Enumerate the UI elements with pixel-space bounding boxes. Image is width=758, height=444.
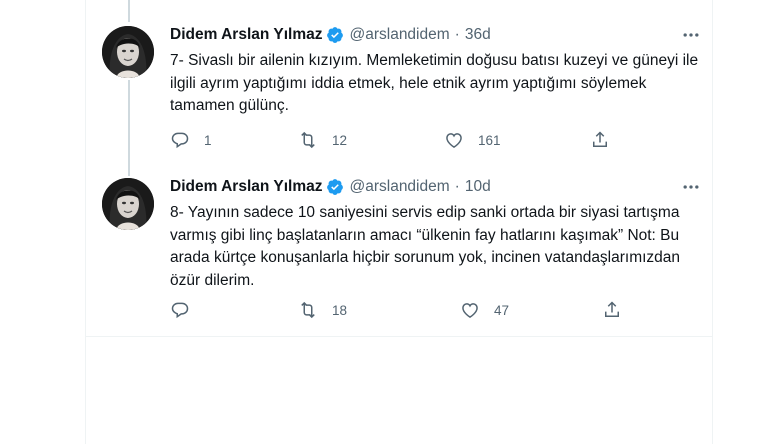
heart-icon bbox=[462, 303, 478, 318]
share-button[interactable] bbox=[590, 130, 610, 150]
heart-icon bbox=[446, 133, 462, 148]
timeline-column: Didem Arslan Yılmaz @arslandidem · 36d 7… bbox=[85, 0, 713, 444]
reply-icon bbox=[171, 302, 189, 319]
tweet-actions: 1 12 161 bbox=[170, 128, 640, 152]
share-button[interactable] bbox=[602, 300, 622, 320]
author-name[interactable]: Didem Arslan Yılmaz bbox=[170, 26, 322, 44]
retweet-button[interactable]: 12 bbox=[298, 130, 444, 150]
tweet-text: 8- Yayının sadece 10 saniyesini servis e… bbox=[170, 204, 681, 289]
retweet-count: 18 bbox=[332, 302, 348, 318]
verified-badge-icon bbox=[326, 26, 344, 44]
share-icon bbox=[605, 301, 619, 317]
reply-button[interactable]: 1 bbox=[170, 130, 298, 150]
more-dots-icon[interactable] bbox=[678, 22, 704, 48]
retweet-icon bbox=[301, 301, 315, 319]
avatar[interactable] bbox=[102, 178, 154, 230]
tweet-actions: 18 47 bbox=[170, 298, 640, 322]
tweet-divider bbox=[86, 336, 712, 337]
avatar[interactable] bbox=[102, 26, 154, 78]
like-button[interactable]: 161 bbox=[444, 130, 590, 150]
tweet-header: Didem Arslan Yılmaz @arslandidem · 10d bbox=[170, 176, 491, 198]
avatar-photo-icon bbox=[102, 178, 154, 230]
more-dots-icon[interactable] bbox=[678, 174, 704, 200]
retweet-icon bbox=[301, 131, 315, 149]
like-count: 161 bbox=[478, 132, 501, 148]
verified-badge-icon bbox=[326, 178, 344, 196]
share-icon bbox=[593, 131, 607, 147]
reply-button[interactable] bbox=[170, 300, 298, 320]
author-handle[interactable]: @arslandidem bbox=[349, 26, 449, 44]
tweet-header: Didem Arslan Yılmaz @arslandidem · 36d bbox=[170, 24, 491, 46]
separator: · bbox=[454, 178, 460, 195]
author-handle[interactable]: @arslandidem bbox=[349, 178, 449, 196]
timestamp[interactable]: 10d bbox=[465, 178, 491, 196]
retweet-button[interactable]: 18 bbox=[298, 300, 460, 320]
timestamp[interactable]: 36d bbox=[465, 26, 491, 44]
tweet[interactable]: Didem Arslan Yılmaz @arslandidem · 10d 8… bbox=[86, 176, 712, 326]
tweet[interactable]: Didem Arslan Yılmaz @arslandidem · 36d 7… bbox=[86, 24, 712, 158]
avatar-photo-icon bbox=[102, 26, 154, 78]
like-count: 47 bbox=[494, 302, 510, 318]
reply-count: 1 bbox=[204, 132, 212, 148]
reply-icon bbox=[171, 132, 189, 149]
like-button[interactable]: 47 bbox=[460, 300, 602, 320]
tweet-text: 7- Sivaslı bir ailenin kızıyım. Memleket… bbox=[170, 52, 699, 114]
author-name[interactable]: Didem Arslan Yılmaz bbox=[170, 178, 322, 196]
thread-line-top bbox=[128, 0, 130, 22]
retweet-count: 12 bbox=[332, 132, 348, 148]
separator: · bbox=[454, 26, 460, 43]
